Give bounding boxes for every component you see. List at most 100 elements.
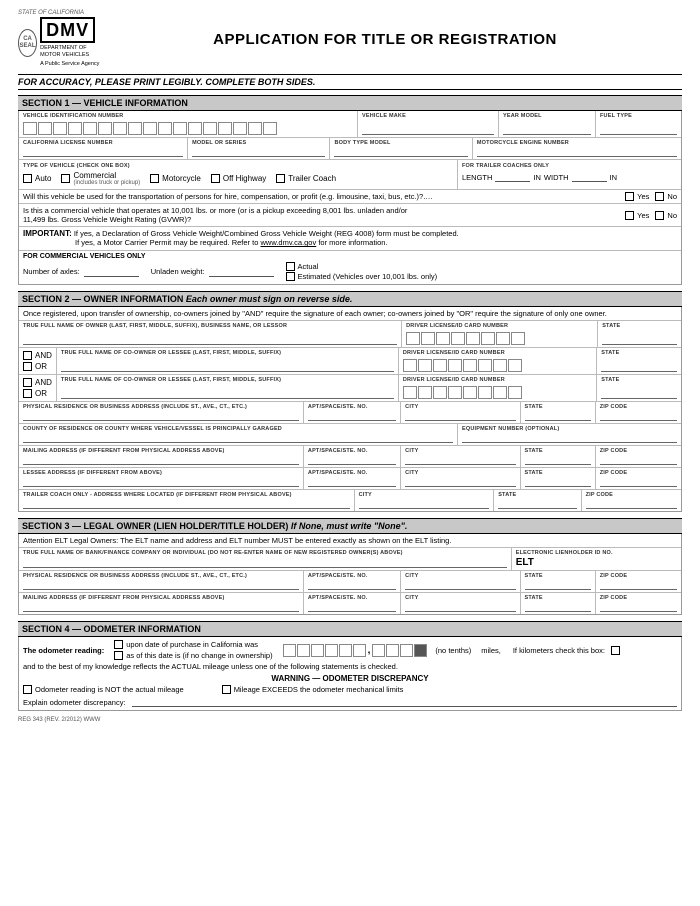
s3-state-value[interactable] xyxy=(525,580,591,590)
engine-value[interactable] xyxy=(477,147,677,157)
owner-state-value[interactable] xyxy=(602,330,677,345)
commercial-checkbox[interactable]: Commercial (includes truck or pickup) xyxy=(61,171,140,186)
co1-dl-box-6[interactable] xyxy=(478,359,492,372)
state-value[interactable] xyxy=(525,411,591,421)
vin-box-14[interactable] xyxy=(218,122,232,135)
mailing-zip-value[interactable] xyxy=(600,455,677,465)
make-value[interactable] xyxy=(362,120,494,135)
axles-value[interactable] xyxy=(84,267,139,277)
vin-box-12[interactable] xyxy=(188,122,202,135)
co2-dl-box-8[interactable] xyxy=(508,386,522,399)
co2-dl-box-5[interactable] xyxy=(463,386,477,399)
co1-dl-box-3[interactable] xyxy=(433,359,447,372)
address-value[interactable] xyxy=(23,411,299,421)
and1-cb[interactable]: AND xyxy=(23,351,52,360)
hire-no-cb[interactable] xyxy=(655,192,664,201)
estimated-cb[interactable]: Estimated (Vehicles over 10,001 lbs. onl… xyxy=(286,272,438,281)
bank-value[interactable] xyxy=(23,557,507,568)
and2-cb-box[interactable] xyxy=(23,378,32,387)
or2-cb[interactable]: OR xyxy=(23,389,52,398)
vin-box-2[interactable] xyxy=(38,122,52,135)
hire-yes-cb[interactable] xyxy=(625,192,634,201)
dl-box-8[interactable] xyxy=(511,332,525,345)
trailer-state-value[interactable] xyxy=(498,499,576,509)
offhighway-cb-box[interactable] xyxy=(211,174,220,183)
lessee-zip-value[interactable] xyxy=(600,477,677,487)
s3-apt-value[interactable] xyxy=(308,580,396,590)
apt-value[interactable] xyxy=(308,411,396,421)
s3-zip-value[interactable] xyxy=(600,580,677,590)
estimated-cb-box[interactable] xyxy=(286,272,295,281)
not-actual-cb[interactable]: Odometer reading is NOT the actual milea… xyxy=(23,685,184,694)
s3-city-value[interactable] xyxy=(405,580,515,590)
co1-dl-box-4[interactable] xyxy=(448,359,462,372)
odo-box-2[interactable] xyxy=(297,644,310,657)
vin-box-10[interactable] xyxy=(158,122,172,135)
vin-box-17[interactable] xyxy=(263,122,277,135)
vin-box-1[interactable] xyxy=(23,122,37,135)
vin-box-4[interactable] xyxy=(68,122,82,135)
co2-dl-box-1[interactable] xyxy=(403,386,417,399)
commercial-no-cb[interactable] xyxy=(655,211,664,220)
trailercoach-cb-box[interactable] xyxy=(276,174,285,183)
explain-value[interactable] xyxy=(132,697,677,707)
length-value[interactable] xyxy=(495,172,530,182)
s3-mailing-city-value[interactable] xyxy=(405,602,515,612)
vin-boxes[interactable] xyxy=(23,122,353,135)
dl-boxes[interactable] xyxy=(406,332,593,345)
co2-dl-box-7[interactable] xyxy=(493,386,507,399)
vin-box-16[interactable] xyxy=(248,122,262,135)
or1-cb-box[interactable] xyxy=(23,362,32,371)
coowner2-state-value[interactable] xyxy=(601,384,677,399)
vin-box-11[interactable] xyxy=(173,122,187,135)
model-value[interactable] xyxy=(192,147,325,157)
lessee-state-value[interactable] xyxy=(525,477,591,487)
and1-cb-box[interactable] xyxy=(23,351,32,360)
exceeds-cb-box[interactable] xyxy=(222,685,231,694)
odo-box-5[interactable] xyxy=(339,644,352,657)
owner-name-value[interactable] xyxy=(23,330,397,345)
commercial-cb-box[interactable] xyxy=(61,174,70,183)
coowner2-value[interactable] xyxy=(61,384,394,399)
vin-box-15[interactable] xyxy=(233,122,247,135)
county-value[interactable] xyxy=(23,433,453,443)
odo-box-4[interactable] xyxy=(325,644,338,657)
vin-box-13[interactable] xyxy=(203,122,217,135)
commercial-yes[interactable]: Yes xyxy=(625,211,649,220)
trailer-zip-value[interactable] xyxy=(586,499,677,509)
vin-box-6[interactable] xyxy=(98,122,112,135)
city-value[interactable] xyxy=(405,411,515,421)
odo-box-3[interactable] xyxy=(311,644,324,657)
vin-box-7[interactable] xyxy=(113,122,127,135)
body-value[interactable] xyxy=(334,147,467,157)
odo-box-1[interactable] xyxy=(283,644,296,657)
trailer-city-value[interactable] xyxy=(359,499,490,509)
odo-box-8[interactable] xyxy=(386,644,399,657)
dl-box-1[interactable] xyxy=(406,332,420,345)
dl-box-5[interactable] xyxy=(466,332,480,345)
s3-mailing-apt-value[interactable] xyxy=(308,602,396,612)
vin-box-5[interactable] xyxy=(83,122,97,135)
dl-box-7[interactable] xyxy=(496,332,510,345)
vin-box-3[interactable] xyxy=(53,122,67,135)
zip-value[interactable] xyxy=(600,411,677,421)
or1-cb[interactable]: OR xyxy=(23,362,52,371)
trailer-address-value[interactable] xyxy=(23,499,350,509)
commercial-yes-cb[interactable] xyxy=(625,211,634,220)
license-value[interactable] xyxy=(23,147,183,157)
co2-dl-box-4[interactable] xyxy=(448,386,462,399)
unladen-value[interactable] xyxy=(209,267,274,277)
odo-box-6[interactable] xyxy=(353,644,366,657)
actual-cb[interactable]: Actual xyxy=(286,262,438,271)
coowner1-value[interactable] xyxy=(61,357,394,372)
co2-dl-box-2[interactable] xyxy=(418,386,432,399)
s3-mailing-state-value[interactable] xyxy=(525,602,591,612)
year-value[interactable] xyxy=(503,120,591,135)
co1-dl-box-5[interactable] xyxy=(463,359,477,372)
co2-dl-box-6[interactable] xyxy=(478,386,492,399)
as-of-date-cb[interactable]: as of this date is (if no change in owne… xyxy=(114,651,272,660)
auto-checkbox[interactable]: Auto xyxy=(23,174,51,183)
hire-no[interactable]: No xyxy=(655,192,677,201)
width-value[interactable] xyxy=(572,172,607,182)
dl-box-3[interactable] xyxy=(436,332,450,345)
